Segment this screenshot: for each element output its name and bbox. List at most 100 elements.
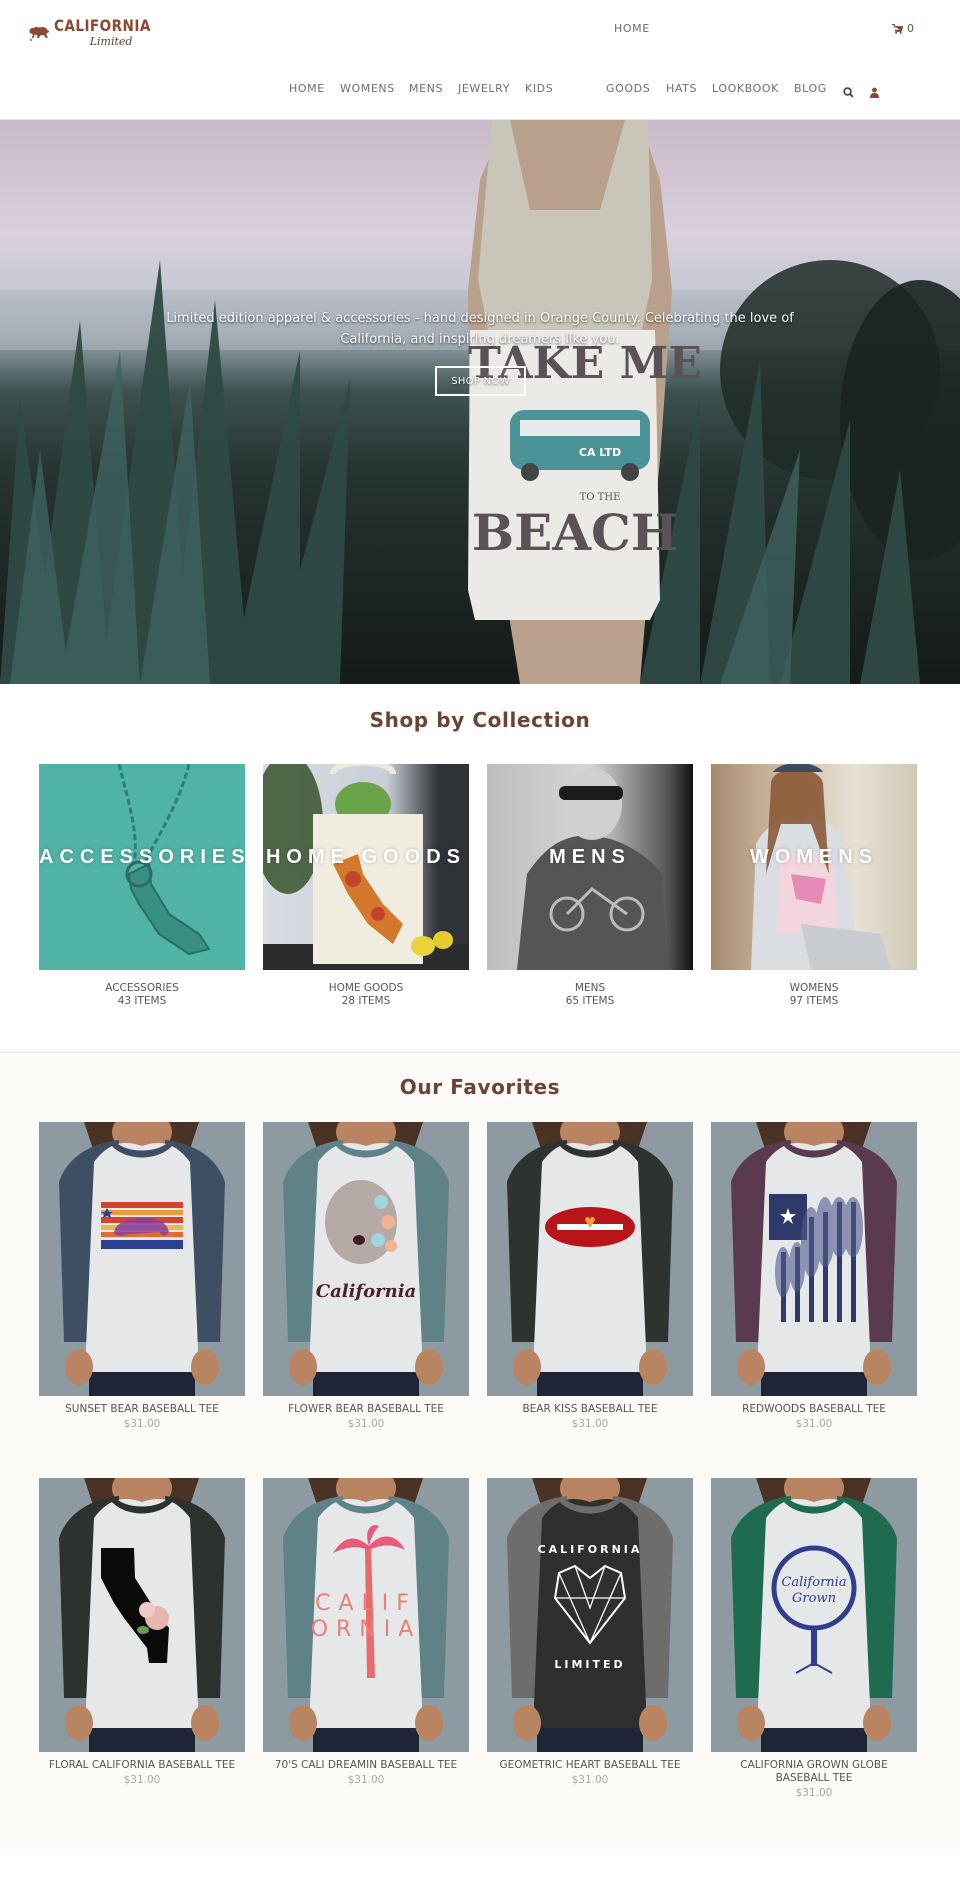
product-name: SUNSET BEAR BASEBALL TEE <box>65 1403 219 1415</box>
svg-text:LIMITED: LIMITED <box>554 1658 625 1671</box>
top-home-link[interactable]: HOME <box>614 22 650 35</box>
brand-tagline: Limited <box>89 34 133 48</box>
svg-text:Grown: Grown <box>792 1591 836 1606</box>
svg-text:CALIFORNIA: CALIFORNIA <box>538 1543 643 1556</box>
page-footer-spacer <box>0 1849 960 1889</box>
svg-text:California: California <box>781 1575 846 1590</box>
collection-count: 97 ITEMS <box>789 995 839 1007</box>
product-name: CALIFORNIA GROWN GLOBE BASEBALL TEE <box>740 1759 888 1784</box>
product-name: FLORAL CALIFORNIA BASEBALL TEE <box>48 1759 236 1771</box>
product-name: 70'S CALI DREAMIN BASEBALL TEE <box>274 1759 458 1771</box>
cart-count: 0 <box>907 22 914 35</box>
nav-womens[interactable]: WOMENS <box>340 82 395 95</box>
product-card[interactable]: SUNSET BEAR BASEBALL TEE $31.00 <box>39 1122 245 1478</box>
product-price: $31.00 <box>347 1774 385 1786</box>
product-card[interactable]: California Grown CALIFORNIA GROWN GLOBE B… <box>711 1478 917 1834</box>
hero-print-line3: BEACH <box>472 503 678 562</box>
product-name: BEAR KISS BASEBALL TEE <box>522 1403 658 1415</box>
nav-blog[interactable]: BLOG <box>794 82 827 95</box>
collection-overlay-label: ACCESSORIES <box>39 846 245 868</box>
collection-card-womens[interactable]: WOMENS WOMENS 97 ITEMS <box>711 764 917 1008</box>
hero-print-badge: CA LTD <box>579 446 621 459</box>
product-price: $31.00 <box>123 1418 161 1430</box>
cart-button[interactable]: 0 <box>892 22 914 35</box>
bear-logo-icon <box>29 26 50 42</box>
product-image: California Grown <box>711 1478 917 1752</box>
product-name: FLOWER BEAR BASEBALL TEE <box>288 1403 444 1415</box>
product-price: $31.00 <box>795 1418 833 1430</box>
svg-text:California: California <box>316 1281 417 1302</box>
collections-grid: ACCESSORIES ACCESSORIES 43 ITEMS HOME GO… <box>39 764 917 1008</box>
tee-illustration: CALIFORNIA <box>283 1478 449 1752</box>
tee-illustration: CaliforniaGrown <box>731 1478 897 1752</box>
tee-illustration <box>59 1478 225 1752</box>
collection-name: HOME GOODS <box>328 982 404 994</box>
nav-jewelry[interactable]: JEWELRY <box>458 82 510 95</box>
tee-illustration <box>59 1122 225 1396</box>
product-card[interactable]: CALIFORNIA LIMITED GEOMETRIC HEART BASEBA… <box>487 1478 693 1834</box>
product-card[interactable]: California FLOWER BEAR BASEBALL TEE $31.… <box>263 1122 469 1478</box>
collections-title: Shop by Collection <box>369 708 591 732</box>
tee-illustration: CALIFORNIA LIMITED <box>507 1478 673 1752</box>
brand-logo[interactable]: CALIFORNIA Limited <box>28 14 168 50</box>
hero-banner: TAKE ME CA LTD TO THE BEACH Limited edit… <box>0 120 960 684</box>
product-price: $31.00 <box>123 1774 161 1786</box>
cart-icon <box>892 23 903 34</box>
search-icon <box>843 87 854 98</box>
collections-section: Shop by Collection ACCESSORIES ACCESSORI… <box>0 684 960 1052</box>
product-name: GEOMETRIC HEART BASEBALL TEE <box>499 1759 681 1771</box>
collection-image: HOME GOODS <box>263 764 469 970</box>
collection-card-accessories[interactable]: ACCESSORIES ACCESSORIES 43 ITEMS <box>39 764 245 1008</box>
tee-illustration: California <box>283 1122 449 1396</box>
search-button[interactable] <box>843 83 854 98</box>
product-price: $31.00 <box>347 1418 385 1430</box>
svg-text:ORNIA: ORNIA <box>311 1617 422 1642</box>
collection-image: MENS <box>487 764 693 970</box>
collection-card-mens[interactable]: MENS MENS 65 ITEMS <box>487 764 693 1008</box>
tee-illustration <box>731 1122 897 1396</box>
product-grid: SUNSET BEAR BASEBALL TEE $31.00 Californ… <box>39 1122 917 1834</box>
main-navigation: HOME WOMENS MENS JEWELRY KIDS GOODS HATS… <box>0 82 960 98</box>
account-button[interactable] <box>869 83 880 98</box>
favorites-title: Our Favorites <box>399 1075 561 1099</box>
nav-goods[interactable]: GOODS <box>606 82 650 95</box>
lips-print <box>545 1207 635 1247</box>
product-name: REDWOODS BASEBALL TEE <box>742 1403 886 1415</box>
product-image <box>711 1122 917 1396</box>
product-price: $31.00 <box>571 1418 609 1430</box>
hero-tagline: Limited edition apparel & accessories - … <box>166 311 794 347</box>
collection-count: 43 ITEMS <box>117 995 167 1007</box>
favorites-section: Our Favorites SUNSET BEAR BASEBALL TEE $… <box>0 1052 960 1849</box>
collection-image: ACCESSORIES <box>39 764 245 970</box>
collection-name: MENS <box>574 982 606 994</box>
svg-text:CALIF: CALIF <box>315 1591 417 1616</box>
brand-name: CALIFORNIA <box>54 15 151 35</box>
product-image: CALIFORNIA LIMITED <box>487 1478 693 1752</box>
hero-background-image: TAKE ME CA LTD TO THE BEACH <box>0 120 960 684</box>
nav-home[interactable]: HOME <box>289 82 325 95</box>
collection-overlay-label: MENS <box>549 846 631 868</box>
product-card[interactable]: BEAR KISS BASEBALL TEE $31.00 <box>487 1122 693 1478</box>
nav-hats[interactable]: HATS <box>666 82 697 95</box>
product-card[interactable]: REDWOODS BASEBALL TEE $31.00 <box>711 1122 917 1478</box>
collection-image: WOMENS <box>711 764 917 970</box>
hero-print-line2: TO THE <box>580 492 621 503</box>
product-card[interactable]: CALIF ORNIA 70'S CALI DREAMIN BASEBALL TE… <box>263 1478 469 1834</box>
user-icon <box>870 87 879 98</box>
product-image: CALIF ORNIA <box>263 1478 469 1752</box>
site-header: CALIFORNIA Limited HOME 0 HOME WOMENS ME… <box>0 0 960 120</box>
collection-count: 28 ITEMS <box>341 995 391 1007</box>
nav-mens[interactable]: MENS <box>409 82 443 95</box>
product-image: California <box>263 1122 469 1396</box>
collection-card-home-goods[interactable]: HOME GOODS HOME GOODS 28 ITEMS <box>263 764 469 1008</box>
collection-name: WOMENS <box>789 982 839 994</box>
collection-overlay-label: WOMENS <box>749 846 879 868</box>
product-image <box>39 1122 245 1396</box>
collection-name: ACCESSORIES <box>105 982 179 994</box>
collection-overlay-label: HOME GOODS <box>265 846 466 868</box>
nav-lookbook[interactable]: LOOKBOOK <box>712 82 779 95</box>
tee-illustration <box>507 1122 673 1396</box>
shop-now-button[interactable]: SHOP NOW <box>435 366 526 396</box>
product-card[interactable]: FLORAL CALIFORNIA BASEBALL TEE $31.00 <box>39 1478 245 1834</box>
nav-kids[interactable]: KIDS <box>525 82 553 95</box>
